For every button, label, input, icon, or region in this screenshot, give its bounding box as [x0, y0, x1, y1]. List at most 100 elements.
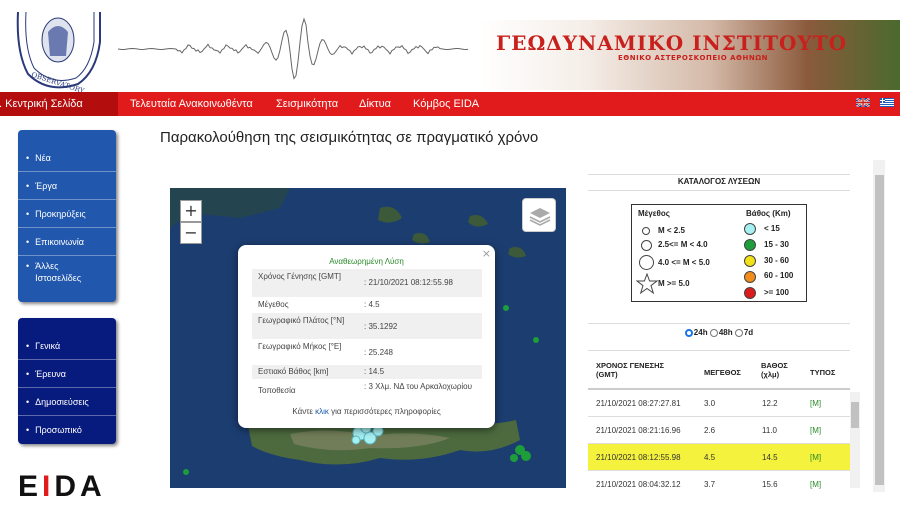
institute-title: ΓΕΩΔΥΝΑΜΙΚΟ ΙΝΣΤΙΤΟΥΤΟ — [496, 31, 848, 55]
nav-networks[interactable]: Δίκτυα — [359, 92, 391, 116]
event-popup: × Αναθεωρημένη Λύση Χρόνος Γένησης [GMT]… — [238, 245, 495, 428]
legend-magnitude-item: M < 2.5 — [658, 226, 685, 235]
seismogram-graphic — [118, 17, 468, 80]
epicenter-marker[interactable] — [510, 454, 518, 462]
popup-value: : 21/10/2021 08:12:55.98 — [364, 278, 453, 287]
popup-label: Γεωγραφικό Μήκος [°E] — [258, 342, 342, 351]
catalog-table-header: ΧΡΟΝΟΣ ΓΕΝΕΣΗΣ (GMT) ΜΕΓΕΘΟΣ ΒΑΘΟΣ (χλμ)… — [588, 350, 850, 390]
popup-value: : 14.5 — [364, 367, 385, 376]
sidebar-item-label: Γενικά — [35, 341, 61, 351]
sidebar-item-projects[interactable]: • Έργα — [18, 172, 116, 200]
nav-home[interactable]: Ι. Κεντρική Σελίδα — [0, 92, 118, 116]
sidebar-item-contact[interactable]: • Επικοινωνία — [18, 228, 116, 256]
more-info-link[interactable]: κλικ — [315, 407, 329, 416]
cell-magnitude: 3.0 — [704, 399, 716, 408]
epicenter-marker[interactable] — [521, 451, 531, 461]
cell-origin-time: 21/10/2021 08:12:55.98 — [596, 453, 681, 462]
column-origin-time[interactable]: ΧΡΟΝΟΣ ΓΕΝΕΣΗΣ (GMT) — [596, 361, 676, 379]
popup-row-depth: Εστιακό Βάθος [km] : 14.5 — [252, 365, 482, 379]
cell-magnitude: 2.6 — [704, 426, 716, 435]
sidebar-item-publications[interactable]: • Δημοσιεύσεις — [18, 388, 116, 416]
sidebar-item-other-sites[interactable]: • Άλλες Ιστοσελίδες — [18, 260, 116, 296]
table-row[interactable]: 21/10/2021 08:27:27.81 3.0 12.2 [M] — [588, 390, 850, 417]
depth-color-swatch — [744, 287, 756, 299]
institute-subtitle: ΕΘΝΙΚΟ ΑΣΤΕΡΟΣΚΟΠΕΙΟ ΑΘΗΝΩΝ — [618, 54, 769, 62]
layers-icon — [529, 208, 551, 226]
sidebar-menu-primary: • Νέα • Έργα • Προκηρύξεις • Επικοινωνία • Άλ… — [18, 130, 116, 302]
main-navbar: Ι. Κεντρική Σελίδα Τελευταία Ανακοινωθέν… — [0, 92, 900, 116]
sidebar-item-news[interactable]: • Νέα — [18, 144, 116, 172]
legend-depth-title: Βάθος (Km) — [746, 209, 791, 218]
legend-depth-item: 60 - 100 — [764, 271, 794, 280]
solutions-catalog: ΚΑΤΑΛΟΓΟΣ ΛΥΣΕΩΝ Μέγεθος Βάθος (Km) M < … — [588, 160, 876, 492]
sidebar-item-general[interactable]: • Γενικά — [18, 332, 116, 360]
sidebar-item-research[interactable]: • Έρευνα — [18, 360, 116, 388]
sidebar-item-label: Έργα — [35, 181, 58, 191]
cell-depth: 15.6 — [762, 480, 778, 489]
eida-logo[interactable]: EIDA — [18, 470, 106, 504]
popup-row-magnitude: Μέγεθος : 4.5 — [252, 297, 482, 313]
popup-value: : 4.5 — [364, 300, 380, 309]
cell-depth: 14.5 — [762, 453, 778, 462]
popup-footer-text: Κάντε — [292, 407, 316, 416]
magnitude-symbol-small — [642, 227, 650, 235]
epicenter-marker[interactable] — [351, 435, 361, 445]
greek-flag-icon[interactable] — [880, 98, 894, 107]
cell-magnitude: 3.7 — [704, 480, 716, 489]
epicenter-marker[interactable] — [183, 469, 189, 475]
radio-7d[interactable] — [734, 328, 743, 337]
depth-color-swatch — [744, 239, 756, 251]
sidebar-item-label: Έρευνα — [35, 369, 66, 379]
column-magnitude[interactable]: ΜΕΓΕΘΟΣ — [704, 368, 741, 377]
legend-magnitude-title: Μέγεθος — [638, 209, 670, 218]
popup-footer-text: για περισσότερες πληροφορίες — [328, 407, 441, 416]
popup-row-location: Τοποθεσία : 3 Χλμ. ΝΔ του Αρκαλοχωρίου — [252, 379, 482, 405]
column-depth[interactable]: ΒΑΘΟΣ (χλμ) — [761, 361, 795, 379]
time-range-selector: 24h 48h 7d — [588, 323, 850, 337]
depth-color-swatch — [744, 223, 756, 235]
epicenter-marker[interactable] — [503, 305, 509, 311]
zoom-out-button[interactable]: − — [180, 222, 202, 244]
star-icon — [636, 273, 658, 295]
sidebar-item-label: Προσωπικό — [35, 425, 82, 435]
sidebar-item-label: Νέα — [35, 153, 51, 163]
legend-depth-item: 15 - 30 — [764, 240, 789, 249]
radio-24h[interactable] — [684, 328, 693, 337]
sidebar-menu-secondary: • Γενικά • Έρευνα • Δημοσιεύσεις • Προσωπικό — [18, 318, 116, 444]
cell-origin-time: 21/10/2021 08:21:16.96 — [596, 426, 681, 435]
observatory-seal-logo[interactable]: OBSERVATORY — [8, 12, 108, 92]
column-type[interactable]: ΤΥΠΟΣ — [810, 368, 835, 377]
layers-button[interactable] — [522, 198, 556, 232]
depth-color-swatch — [744, 271, 756, 283]
nav-seismicity[interactable]: Σεισμικότητα — [276, 92, 338, 116]
nav-latest-announcements[interactable]: Τελευταία Ανακοινωθέντα — [130, 92, 253, 116]
magnitude-symbol-large — [639, 255, 654, 270]
radio-label: 48h — [718, 328, 733, 337]
popup-label: Τοποθεσία — [258, 386, 296, 395]
sidebar-item-announcements[interactable]: • Προκηρύξεις — [18, 200, 116, 228]
sidebar-item-label: Προκηρύξεις — [35, 209, 86, 219]
sidebar-item-label: Επικοινωνία — [35, 237, 84, 247]
uk-flag-icon[interactable] — [856, 98, 870, 107]
popup-row-origin-time: Χρόνος Γένησης [GMT] : 21/10/2021 08:12:… — [252, 269, 482, 297]
catalog-scrollbar-thumb[interactable] — [875, 175, 884, 485]
cell-magnitude: 4.5 — [704, 453, 716, 462]
table-scrollbar-thumb[interactable] — [851, 402, 859, 428]
nav-eida-node[interactable]: Κόμβος EIDA — [413, 92, 479, 116]
cell-origin-time: 21/10/2021 08:27:27.81 — [596, 399, 681, 408]
radio-label: 24h — [693, 328, 708, 337]
depth-color-swatch — [744, 255, 756, 267]
table-row[interactable]: 21/10/2021 08:04:32.12 3.7 15.6 [M] — [588, 471, 850, 492]
table-row[interactable]: 21/10/2021 08:21:16.96 2.6 11.0 [M] — [588, 417, 850, 444]
cell-type: [M] — [810, 480, 822, 489]
popup-value: : 3 Χλμ. ΝΔ του Αρκαλοχωρίου — [364, 382, 472, 391]
page-title: Παρακολούθηση της σεισμικότητας σε πραγμ… — [160, 129, 539, 146]
epicenter-marker[interactable] — [533, 337, 539, 343]
radio-48h[interactable] — [709, 328, 718, 337]
sidebar-item-staff[interactable]: • Προσωπικό — [18, 416, 116, 444]
table-row-selected[interactable]: 21/10/2021 08:12:55.98 4.5 14.5 [M] — [588, 444, 850, 471]
cell-depth: 12.2 — [762, 399, 778, 408]
cell-type: [M] — [810, 426, 822, 435]
cell-depth: 11.0 — [762, 426, 777, 435]
zoom-in-button[interactable]: + — [180, 200, 202, 222]
